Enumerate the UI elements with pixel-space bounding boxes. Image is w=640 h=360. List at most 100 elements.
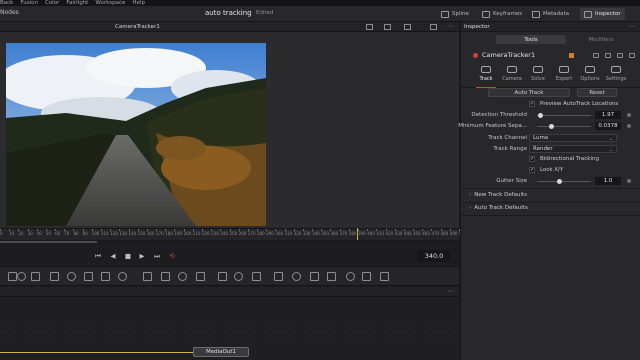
viewer-title: CameraTracker1 <box>115 23 160 30</box>
viewer-header: CameraTracker1 ⋯ <box>0 22 459 32</box>
node-options-icon[interactable]: ⋯ <box>447 288 453 295</box>
keyframes-button[interactable]: Keyframes <box>482 8 522 20</box>
section-auto-track-defaults[interactable]: › Auto Track Defaults <box>469 205 528 211</box>
ruler-tick-label: 160 <box>146 229 155 236</box>
project-title: auto tracking <box>205 9 252 17</box>
go-to-end-icon[interactable]: ⏭ <box>152 251 162 261</box>
subtab-camera[interactable]: Camera <box>499 66 525 86</box>
tracker-tool-icon[interactable] <box>234 272 243 281</box>
stop-icon[interactable]: ■ <box>123 251 133 261</box>
paint-tool-icon[interactable] <box>17 272 26 281</box>
track-icon <box>481 66 491 73</box>
detection-threshold-field[interactable]: 1.97 <box>595 111 621 119</box>
text-tool-icon[interactable] <box>31 272 40 281</box>
fusion-toolbar <box>0 266 459 286</box>
section-new-track-defaults[interactable]: › New Track Defaults <box>469 192 527 198</box>
viewer-lut-icon[interactable] <box>430 24 437 30</box>
ruler-tick-label: 10 <box>9 229 15 236</box>
ruler-tick-label: 100 <box>91 229 100 236</box>
viewer-scale-icon[interactable] <box>384 24 391 30</box>
nodes-panel-label[interactable]: Nodes <box>0 9 19 16</box>
bidirectional-tracking-checkbox[interactable]: ✓ <box>529 156 535 162</box>
media-out-node[interactable]: MediaOut1 <box>193 347 249 357</box>
tab-tools[interactable]: Tools <box>496 35 566 44</box>
inspector-options-icon[interactable]: ⋯ <box>629 23 635 30</box>
ruler-tick-label: 420 <box>385 229 394 236</box>
timeline-ruler[interactable]: 0 10 20 30 40 50 60 70 80 90 100 110 120 130 140 150 160… <box>0 228 467 240</box>
ellipse-tool-icon[interactable] <box>178 272 187 281</box>
min-feature-field[interactable]: 0.0378 <box>595 122 621 130</box>
current-frame-field[interactable]: 340.0 <box>418 250 450 262</box>
background-tool-icon[interactable] <box>8 272 17 281</box>
top-toolbar: Nodes auto tracking Edited Spline Keyfra… <box>0 6 640 22</box>
fast-noise-tool-icon[interactable] <box>50 272 59 281</box>
bidirectional-tracking-label: Bidirectional Tracking <box>540 156 599 162</box>
rectangle-tool-icon[interactable] <box>161 272 170 281</box>
settings-icon <box>611 66 621 73</box>
ruler-tick-label: 290 <box>266 229 274 236</box>
gutter-size-keyframe-icon[interactable] <box>627 179 631 183</box>
spline-icon <box>441 10 449 18</box>
merge-3d-tool-icon[interactable] <box>362 272 371 281</box>
min-feature-slider[interactable] <box>537 126 591 127</box>
tool-color-icon[interactable] <box>569 53 574 58</box>
merge-tool-icon[interactable] <box>67 272 76 281</box>
reset-button[interactable]: Reset <box>577 88 617 97</box>
viewer-channel-icon[interactable] <box>404 24 411 30</box>
section-new-track-defaults-label: New Track Defaults <box>474 192 528 198</box>
viewer-layout-icon[interactable] <box>366 24 373 30</box>
subtab-solve[interactable]: Solve <box>525 66 551 86</box>
playhead[interactable] <box>357 228 358 240</box>
mask-tool-icon[interactable] <box>143 272 152 281</box>
detection-threshold-knob[interactable] <box>538 113 543 118</box>
light-3d-tool-icon[interactable] <box>327 272 336 281</box>
subtab-settings[interactable]: Settings <box>603 66 629 86</box>
step-back-icon[interactable]: ◀ <box>108 251 118 261</box>
shape-3d-tool-icon[interactable] <box>292 272 301 281</box>
polygon-tool-icon[interactable] <box>196 272 205 281</box>
transform-tool-icon[interactable] <box>84 272 93 281</box>
go-to-start-icon[interactable]: ⏮ <box>93 251 103 261</box>
min-feature-knob[interactable] <box>549 124 554 129</box>
timeline-scroll[interactable] <box>0 240 459 244</box>
text-3d-tool-icon[interactable] <box>380 272 389 281</box>
tool-pin-icon[interactable] <box>605 53 611 58</box>
particle-tool-icon[interactable] <box>274 272 283 281</box>
metadata-button[interactable]: Metadata <box>532 8 569 20</box>
preview-autotrack-checkbox[interactable]: ✓ <box>529 101 535 107</box>
inspector-button[interactable]: Inspector <box>580 8 625 20</box>
ruler-tick-label: 90 <box>82 229 88 236</box>
lock-xy-checkbox[interactable]: ✓ <box>529 167 535 173</box>
ruler-tick-label: 320 <box>293 229 302 236</box>
planar-tracker-tool-icon[interactable] <box>252 272 261 281</box>
tool-reset-icon[interactable] <box>617 53 623 58</box>
play-icon[interactable]: ▶ <box>137 251 147 261</box>
tool-collapse-icon[interactable] <box>629 53 635 58</box>
tool-enable-icon[interactable] <box>473 53 478 58</box>
subtab-export[interactable]: Export <box>551 66 577 86</box>
tool-lock-icon[interactable] <box>593 53 599 58</box>
gutter-size-field[interactable]: 1.0 <box>595 177 621 185</box>
ruler-tick-label: 450 <box>413 229 421 236</box>
track-range-dropdown[interactable]: Render ⌄ <box>529 145 617 153</box>
detection-threshold-slider[interactable] <box>537 115 591 116</box>
min-feature-keyframe-icon[interactable] <box>627 124 631 128</box>
renderer-3d-tool-icon[interactable] <box>346 272 355 281</box>
subtab-options[interactable]: Options <box>577 66 603 86</box>
track-channel-dropdown[interactable]: Luma ⌄ <box>529 134 617 142</box>
gutter-size-slider[interactable] <box>537 181 591 182</box>
tab-modifiers[interactable]: Modifiers <box>566 35 636 44</box>
gutter-size-knob[interactable] <box>557 179 562 184</box>
tool-name[interactable]: CameraTracker1 <box>482 51 535 59</box>
auto-track-button[interactable]: Auto Track <box>488 88 570 97</box>
color-corrector-tool-icon[interactable] <box>118 272 127 281</box>
camera-3d-tool-icon[interactable] <box>310 272 319 281</box>
viewer-options-icon[interactable]: ⋯ <box>448 24 455 30</box>
detection-threshold-keyframe-icon[interactable] <box>627 113 631 117</box>
blur-tool-icon[interactable] <box>101 272 110 281</box>
loop-icon[interactable]: ⟲ <box>167 251 177 261</box>
bspline-tool-icon[interactable] <box>218 272 227 281</box>
spline-button[interactable]: Spline <box>441 8 469 20</box>
track-channel-label: Track Channel <box>488 135 527 141</box>
subtab-track[interactable]: Track <box>473 66 499 88</box>
